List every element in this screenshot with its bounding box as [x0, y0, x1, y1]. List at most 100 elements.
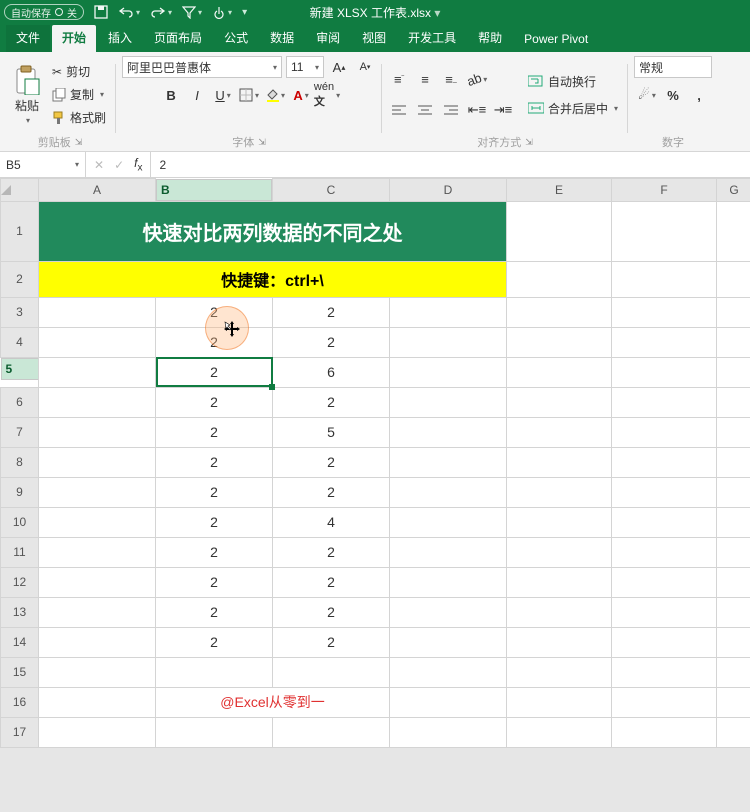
cell[interactable] — [390, 687, 507, 717]
borders-button[interactable]: ▾ — [238, 84, 260, 106]
cell[interactable] — [273, 717, 390, 747]
filter-icon[interactable]: ▾ — [182, 5, 202, 19]
cell-subtitle[interactable]: 快捷键：ctrl+\ — [39, 261, 507, 297]
cell[interactable] — [612, 537, 717, 567]
cell[interactable] — [717, 627, 750, 657]
copy-button[interactable]: 复制▾ — [48, 84, 110, 105]
font-name-select[interactable]: 阿里巴巴普惠体▾ — [122, 56, 282, 78]
dialog-launcher-icon[interactable]: ⇲ — [75, 137, 83, 148]
cell-B12[interactable]: 2 — [156, 567, 273, 597]
tab-insert[interactable]: 插入 — [98, 25, 142, 52]
cell[interactable] — [507, 537, 612, 567]
cell-C4[interactable]: 2 — [273, 327, 390, 357]
dialog-launcher-icon[interactable]: ⇲ — [525, 137, 533, 148]
cell[interactable] — [390, 327, 507, 357]
cell[interactable] — [612, 201, 717, 261]
tab-page-layout[interactable]: 页面布局 — [144, 25, 212, 52]
cell[interactable] — [39, 327, 156, 357]
cell[interactable] — [717, 567, 750, 597]
cell[interactable] — [717, 387, 750, 417]
cell-B7[interactable]: 2 — [156, 417, 273, 447]
cell-B11[interactable]: 2 — [156, 537, 273, 567]
cell[interactable] — [273, 657, 390, 687]
cut-button[interactable]: ✂剪切 — [48, 61, 110, 82]
col-header-C[interactable]: C — [273, 179, 390, 202]
cell-C9[interactable]: 2 — [273, 477, 390, 507]
cell[interactable] — [507, 201, 612, 261]
cell-C6[interactable]: 2 — [273, 387, 390, 417]
cell[interactable] — [612, 447, 717, 477]
cell[interactable] — [717, 327, 750, 357]
cell[interactable] — [390, 507, 507, 537]
row-header-14[interactable]: 14 — [1, 627, 39, 657]
currency-button[interactable]: ☄▾ — [636, 84, 658, 106]
cell[interactable] — [390, 387, 507, 417]
fill-color-button[interactable]: ▾ — [264, 84, 286, 106]
cell[interactable] — [612, 417, 717, 447]
row-header-1[interactable]: 1 — [1, 201, 39, 261]
cell[interactable] — [390, 417, 507, 447]
cell[interactable] — [507, 717, 612, 747]
select-all-corner[interactable] — [1, 179, 39, 202]
cell[interactable] — [507, 597, 612, 627]
cell-B10[interactable]: 2 — [156, 507, 273, 537]
col-header-E[interactable]: E — [507, 179, 612, 202]
cell[interactable] — [717, 597, 750, 627]
cell-B13[interactable]: 2 — [156, 597, 273, 627]
cell[interactable] — [717, 477, 750, 507]
cell[interactable] — [612, 507, 717, 537]
cell-C13[interactable]: 2 — [273, 597, 390, 627]
cell[interactable] — [612, 627, 717, 657]
percent-button[interactable]: % — [662, 84, 684, 106]
cell[interactable] — [390, 447, 507, 477]
align-left-button[interactable] — [388, 99, 410, 121]
cell[interactable] — [717, 657, 750, 687]
grid[interactable]: A B C D E F G 1 快速对比两列数据的不同之处 2 快捷键：ctrl… — [0, 178, 750, 748]
tab-view[interactable]: 视图 — [352, 25, 396, 52]
cell[interactable] — [39, 297, 156, 327]
formula-bar[interactable]: 2 — [151, 152, 750, 177]
phonetic-button[interactable]: wén文▾ — [316, 84, 338, 106]
cell[interactable] — [390, 597, 507, 627]
shrink-font-button[interactable]: A▾ — [354, 56, 376, 78]
format-painter-button[interactable]: 格式刷 — [48, 107, 110, 128]
cell[interactable] — [39, 387, 156, 417]
row-header-10[interactable]: 10 — [1, 507, 39, 537]
cell[interactable] — [156, 717, 273, 747]
merge-center-button[interactable]: 合并后居中▾ — [524, 98, 622, 119]
cell[interactable] — [39, 717, 156, 747]
grow-font-button[interactable]: A▴ — [328, 56, 350, 78]
bold-button[interactable]: B — [160, 84, 182, 106]
row-header-8[interactable]: 8 — [1, 447, 39, 477]
cell[interactable] — [39, 657, 156, 687]
cell[interactable] — [507, 261, 612, 297]
number-format-select[interactable]: 常规 — [634, 56, 712, 78]
cell[interactable] — [390, 717, 507, 747]
cell-title[interactable]: 快速对比两列数据的不同之处 — [39, 201, 507, 261]
cell[interactable] — [390, 657, 507, 687]
cell[interactable] — [717, 717, 750, 747]
tab-formulas[interactable]: 公式 — [214, 25, 258, 52]
cell[interactable] — [156, 657, 273, 687]
decrease-indent-button[interactable]: ⇤≡ — [466, 99, 488, 121]
cell[interactable] — [507, 477, 612, 507]
cell[interactable] — [507, 447, 612, 477]
cell-C8[interactable]: 2 — [273, 447, 390, 477]
row-header-3[interactable]: 3 — [1, 297, 39, 327]
redo-icon[interactable]: ▾ — [150, 5, 172, 19]
cell-C11[interactable]: 2 — [273, 537, 390, 567]
autosave-toggle[interactable]: 自动保存 关 — [4, 4, 84, 20]
tab-home[interactable]: 开始 — [52, 25, 96, 52]
col-header-A[interactable]: A — [39, 179, 156, 202]
row-header-7[interactable]: 7 — [1, 417, 39, 447]
row-header-13[interactable]: 13 — [1, 597, 39, 627]
cell-B6[interactable]: 2 — [156, 387, 273, 417]
cell[interactable] — [39, 417, 156, 447]
row-header-4[interactable]: 4 — [1, 327, 39, 357]
cell[interactable] — [507, 567, 612, 597]
cell[interactable] — [612, 261, 717, 297]
cell[interactable] — [390, 627, 507, 657]
cell-C10[interactable]: 4 — [273, 507, 390, 537]
cell[interactable] — [507, 327, 612, 357]
cell-C3[interactable]: 2 — [273, 297, 390, 327]
